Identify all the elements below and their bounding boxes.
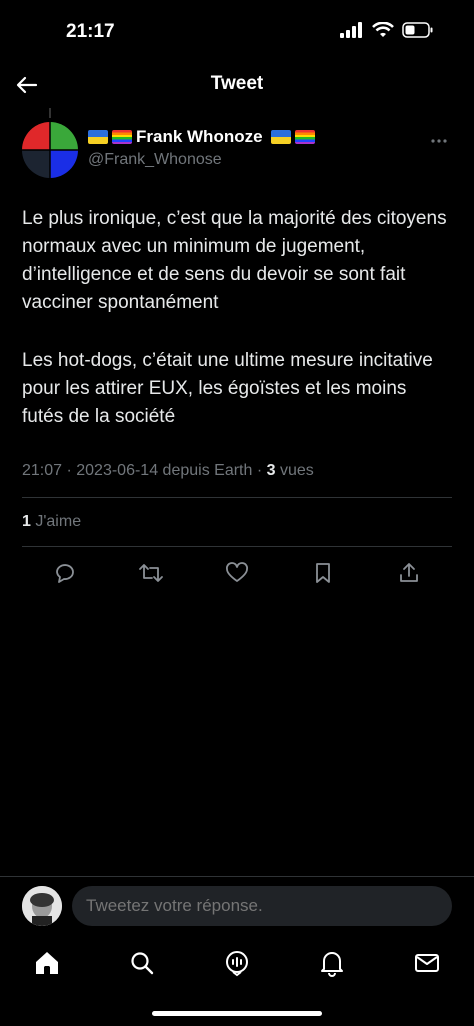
author-name: Frank Whonoze	[136, 127, 263, 146]
rainbow-flag-icon	[112, 130, 132, 144]
likes-label: J'aime	[30, 513, 82, 530]
more-dots-icon	[431, 139, 447, 143]
wifi-icon	[372, 22, 394, 37]
home-icon	[36, 952, 58, 974]
tab-spaces[interactable]	[222, 948, 252, 978]
bookmark-button[interactable]	[308, 558, 338, 588]
signal-icon	[340, 22, 362, 38]
system-icons	[340, 22, 434, 38]
avatar-image	[22, 122, 78, 178]
ukraine-flag-icon	[270, 130, 291, 144]
ukraine-flag-icon	[88, 130, 108, 144]
divider	[22, 546, 452, 547]
retweet-button[interactable]	[136, 558, 166, 588]
share-button[interactable]	[394, 558, 424, 588]
likes-row[interactable]: 1 J'aime	[22, 513, 81, 531]
tab-search[interactable]	[127, 948, 157, 978]
tweet-text-paragraph-1: Le plus ironique, c’est que la majorité …	[22, 208, 447, 313]
tweet-timestamp: 21:07 · 2023-06-14 depuis Earth ·	[22, 462, 267, 479]
page-title: Tweet	[210, 73, 264, 94]
share-icon	[400, 563, 418, 582]
like-icon	[226, 562, 248, 582]
reply-input[interactable]	[72, 886, 452, 926]
author-name-row[interactable]: Frank Whonoze	[88, 127, 315, 147]
my-avatar[interactable]	[22, 886, 62, 926]
bookmark-icon	[316, 563, 330, 583]
thread-line	[49, 108, 51, 118]
views-label: vues	[275, 462, 314, 479]
status-time: 21:17	[66, 21, 115, 42]
search-icon	[131, 952, 154, 975]
divider	[22, 497, 452, 498]
like-button[interactable]	[222, 558, 252, 588]
rainbow-flag-icon	[294, 130, 315, 144]
tab-home[interactable]	[32, 948, 62, 978]
views-count: 3	[266, 462, 276, 479]
battery-icon	[402, 22, 433, 38]
author-avatar[interactable]	[22, 122, 78, 178]
author-handle[interactable]: @Frank_Whonose	[88, 151, 222, 169]
reply-button[interactable]	[50, 558, 80, 588]
tweet-text-paragraph-2: Les hot-dogs, c’était une ultime mesure …	[22, 350, 433, 427]
tweet-meta: 21:07 · 2023-06-14 depuis Earth · 3 vues	[22, 462, 314, 480]
home-indicator	[152, 1011, 322, 1016]
tweet-actions	[22, 558, 452, 588]
notifications-icon	[321, 952, 343, 977]
tab-messages[interactable]	[412, 948, 442, 978]
likes-count: 1	[22, 513, 31, 530]
reply-icon	[56, 564, 74, 583]
messages-icon	[415, 954, 439, 972]
more-button[interactable]	[430, 128, 448, 149]
tab-notifications[interactable]	[317, 948, 347, 978]
retweet-icon	[139, 564, 163, 582]
spaces-icon	[226, 951, 248, 977]
avatar-image	[22, 886, 62, 926]
